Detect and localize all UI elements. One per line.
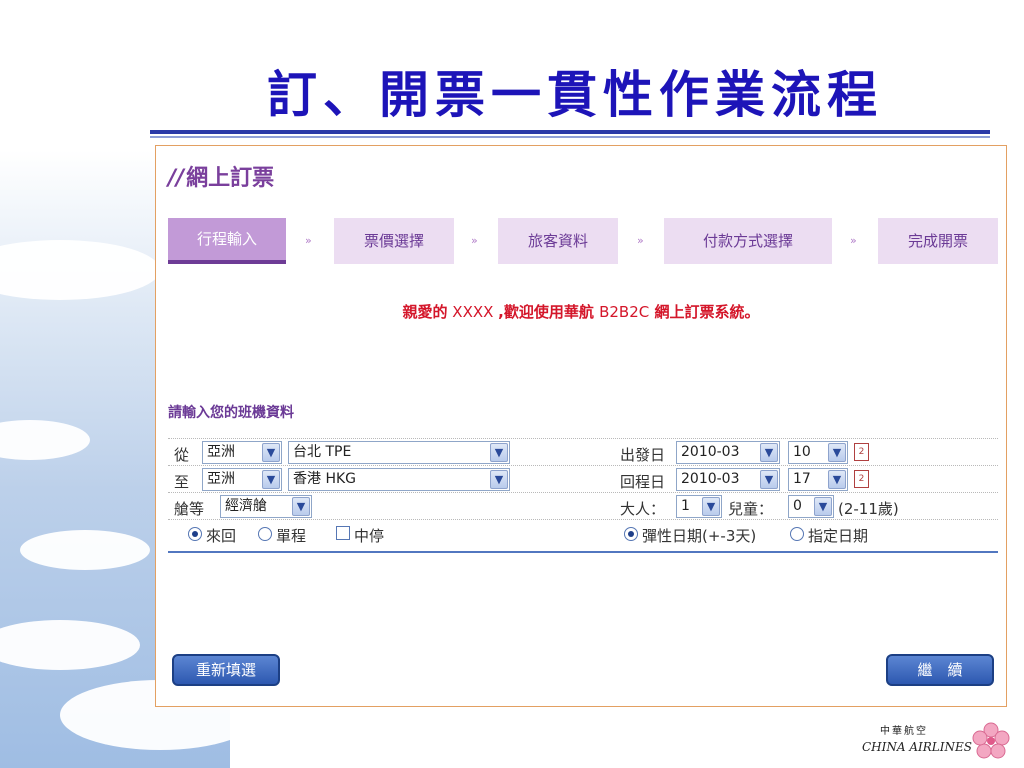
one-way-label: 單程 xyxy=(276,527,307,545)
chevron-down-icon: ▼ xyxy=(760,443,778,462)
one-way-radio[interactable] xyxy=(258,527,272,541)
step-arrow-icon: » xyxy=(637,234,644,247)
continue-button[interactable]: 繼 續 xyxy=(886,654,994,686)
welcome-suffix: 網上訂票系統。 xyxy=(649,303,760,321)
depart-label: 出發日 xyxy=(620,446,666,464)
return-month-select[interactable]: 2010-03 ▼ xyxy=(676,468,780,491)
chevron-down-icon: ▼ xyxy=(702,497,720,516)
chevron-down-icon: ▼ xyxy=(814,497,832,516)
step-arrow-icon: » xyxy=(471,234,478,247)
return-day-select[interactable]: 17 ▼ xyxy=(788,468,848,491)
child-count-select[interactable]: 0 ▼ xyxy=(788,495,834,518)
step-fare[interactable]: 票價選擇 xyxy=(334,218,454,264)
specific-date-label: 指定日期 xyxy=(808,527,869,545)
specific-date-radio[interactable] xyxy=(790,527,804,541)
step-itinerary[interactable]: 行程輸入 xyxy=(168,218,286,264)
to-label: 至 xyxy=(174,473,190,491)
form-row-to: 至 亞洲 ▼ 香港 HKG ▼ 回程日 2010-03 ▼ 17 ▼ 2 xyxy=(168,465,998,492)
welcome-name: XXXX xyxy=(447,303,499,321)
round-trip-label: 來回 xyxy=(206,527,237,545)
welcome-prefix: 親愛的 xyxy=(402,303,448,321)
to-city-select[interactable]: 香港 HKG ▼ xyxy=(288,468,510,491)
chevron-down-icon: ▼ xyxy=(262,470,280,489)
class-label: 艙等 xyxy=(174,500,205,518)
to-region-select[interactable]: 亞洲 ▼ xyxy=(202,468,282,491)
return-label: 回程日 xyxy=(620,473,666,491)
step-arrow-icon: » xyxy=(305,234,312,247)
step-ticketing[interactable]: 完成開票 xyxy=(878,218,998,264)
flight-form: 從 亞洲 ▼ 台北 TPE ▼ 出發日 2010-03 ▼ 10 ▼ 2 至 亞… xyxy=(168,438,998,553)
china-airlines-logo: 中華航空 CHINA AIRLINES xyxy=(860,722,1010,762)
chevron-down-icon: ▼ xyxy=(262,443,280,462)
welcome-system-code: B2B2C xyxy=(599,303,650,321)
adult-count-value: 1 xyxy=(681,498,690,514)
section-label: 請輸入您的班機資料 xyxy=(168,405,294,421)
depart-month-value: 2010-03 xyxy=(681,444,740,460)
reset-button[interactable]: 重新填選 xyxy=(172,654,280,686)
chevron-down-icon: ▼ xyxy=(828,470,846,489)
from-label: 從 xyxy=(174,446,190,464)
progress-steps: 行程輸入 » 票價選擇 » 旅客資料 » 付款方式選擇 » 完成開票 xyxy=(168,218,998,264)
chevron-down-icon: ▼ xyxy=(490,470,508,489)
cloud-decoration xyxy=(20,530,150,570)
round-trip-radio[interactable] xyxy=(188,527,202,541)
step-payment[interactable]: 付款方式選擇 xyxy=(664,218,832,264)
calendar-icon[interactable]: 2 xyxy=(854,470,869,488)
title-divider xyxy=(150,130,990,134)
return-day-value: 17 xyxy=(793,471,811,487)
depart-day-value: 10 xyxy=(793,444,811,460)
from-region-value: 亞洲 xyxy=(207,444,235,460)
plum-blossom-icon xyxy=(972,722,1010,759)
title-divider-thin xyxy=(150,136,990,138)
from-region-select[interactable]: 亞洲 ▼ xyxy=(202,441,282,464)
logo-chinese-text: 中華航空 xyxy=(880,726,928,737)
chevron-down-icon: ▼ xyxy=(828,443,846,462)
form-row-class: 艙等 經濟艙 ▼ 大人： 1 ▼ 兒童： 0 ▼ (2-11歲) xyxy=(168,492,998,519)
step-arrow-icon: » xyxy=(850,234,857,247)
from-city-value: 台北 TPE xyxy=(293,444,352,460)
adult-count-select[interactable]: 1 ▼ xyxy=(676,495,722,518)
panel-heading: //網上訂票 xyxy=(168,160,274,192)
form-row-options: 來回 單程 中停 彈性日期(+-3天) 指定日期 xyxy=(168,519,998,553)
flexible-date-label: 彈性日期(+-3天) xyxy=(642,527,757,545)
to-city-value: 香港 HKG xyxy=(293,471,357,487)
slide-title: 訂、開票一貫性作業流程 xyxy=(267,65,883,124)
stopover-checkbox[interactable] xyxy=(336,526,350,540)
child-age-note: (2-11歲) xyxy=(838,500,899,518)
child-count-value: 0 xyxy=(793,498,802,514)
depart-month-select[interactable]: 2010-03 ▼ xyxy=(676,441,780,464)
return-month-value: 2010-03 xyxy=(681,471,740,487)
flexible-date-radio[interactable] xyxy=(624,527,638,541)
child-label: 兒童： xyxy=(728,500,774,518)
stopover-label: 中停 xyxy=(354,527,385,545)
heading-text: 網上訂票 xyxy=(186,166,275,191)
calendar-icon[interactable]: 2 xyxy=(854,443,869,461)
heading-slashes: // xyxy=(168,166,185,191)
cabin-class-value: 經濟艙 xyxy=(225,498,267,514)
chevron-down-icon: ▼ xyxy=(292,497,310,516)
depart-day-select[interactable]: 10 ▼ xyxy=(788,441,848,464)
adult-label: 大人： xyxy=(620,500,666,518)
welcome-message: 親愛的 XXXX ,歡迎使用華航 B2B2C 網上訂票系統。 xyxy=(156,301,1006,322)
from-city-select[interactable]: 台北 TPE ▼ xyxy=(288,441,510,464)
step-passenger[interactable]: 旅客資料 xyxy=(498,218,618,264)
logo-english-text: CHINA AIRLINES xyxy=(862,740,972,754)
cabin-class-select[interactable]: 經濟艙 ▼ xyxy=(220,495,312,518)
booking-panel: //網上訂票 行程輸入 » 票價選擇 » 旅客資料 » 付款方式選擇 » 完成開… xyxy=(155,145,1007,707)
chevron-down-icon: ▼ xyxy=(760,470,778,489)
chevron-down-icon: ▼ xyxy=(490,443,508,462)
welcome-middle: ,歡迎使用華航 xyxy=(498,303,600,321)
form-row-from: 從 亞洲 ▼ 台北 TPE ▼ 出發日 2010-03 ▼ 10 ▼ 2 xyxy=(168,438,998,465)
to-region-value: 亞洲 xyxy=(207,471,235,487)
